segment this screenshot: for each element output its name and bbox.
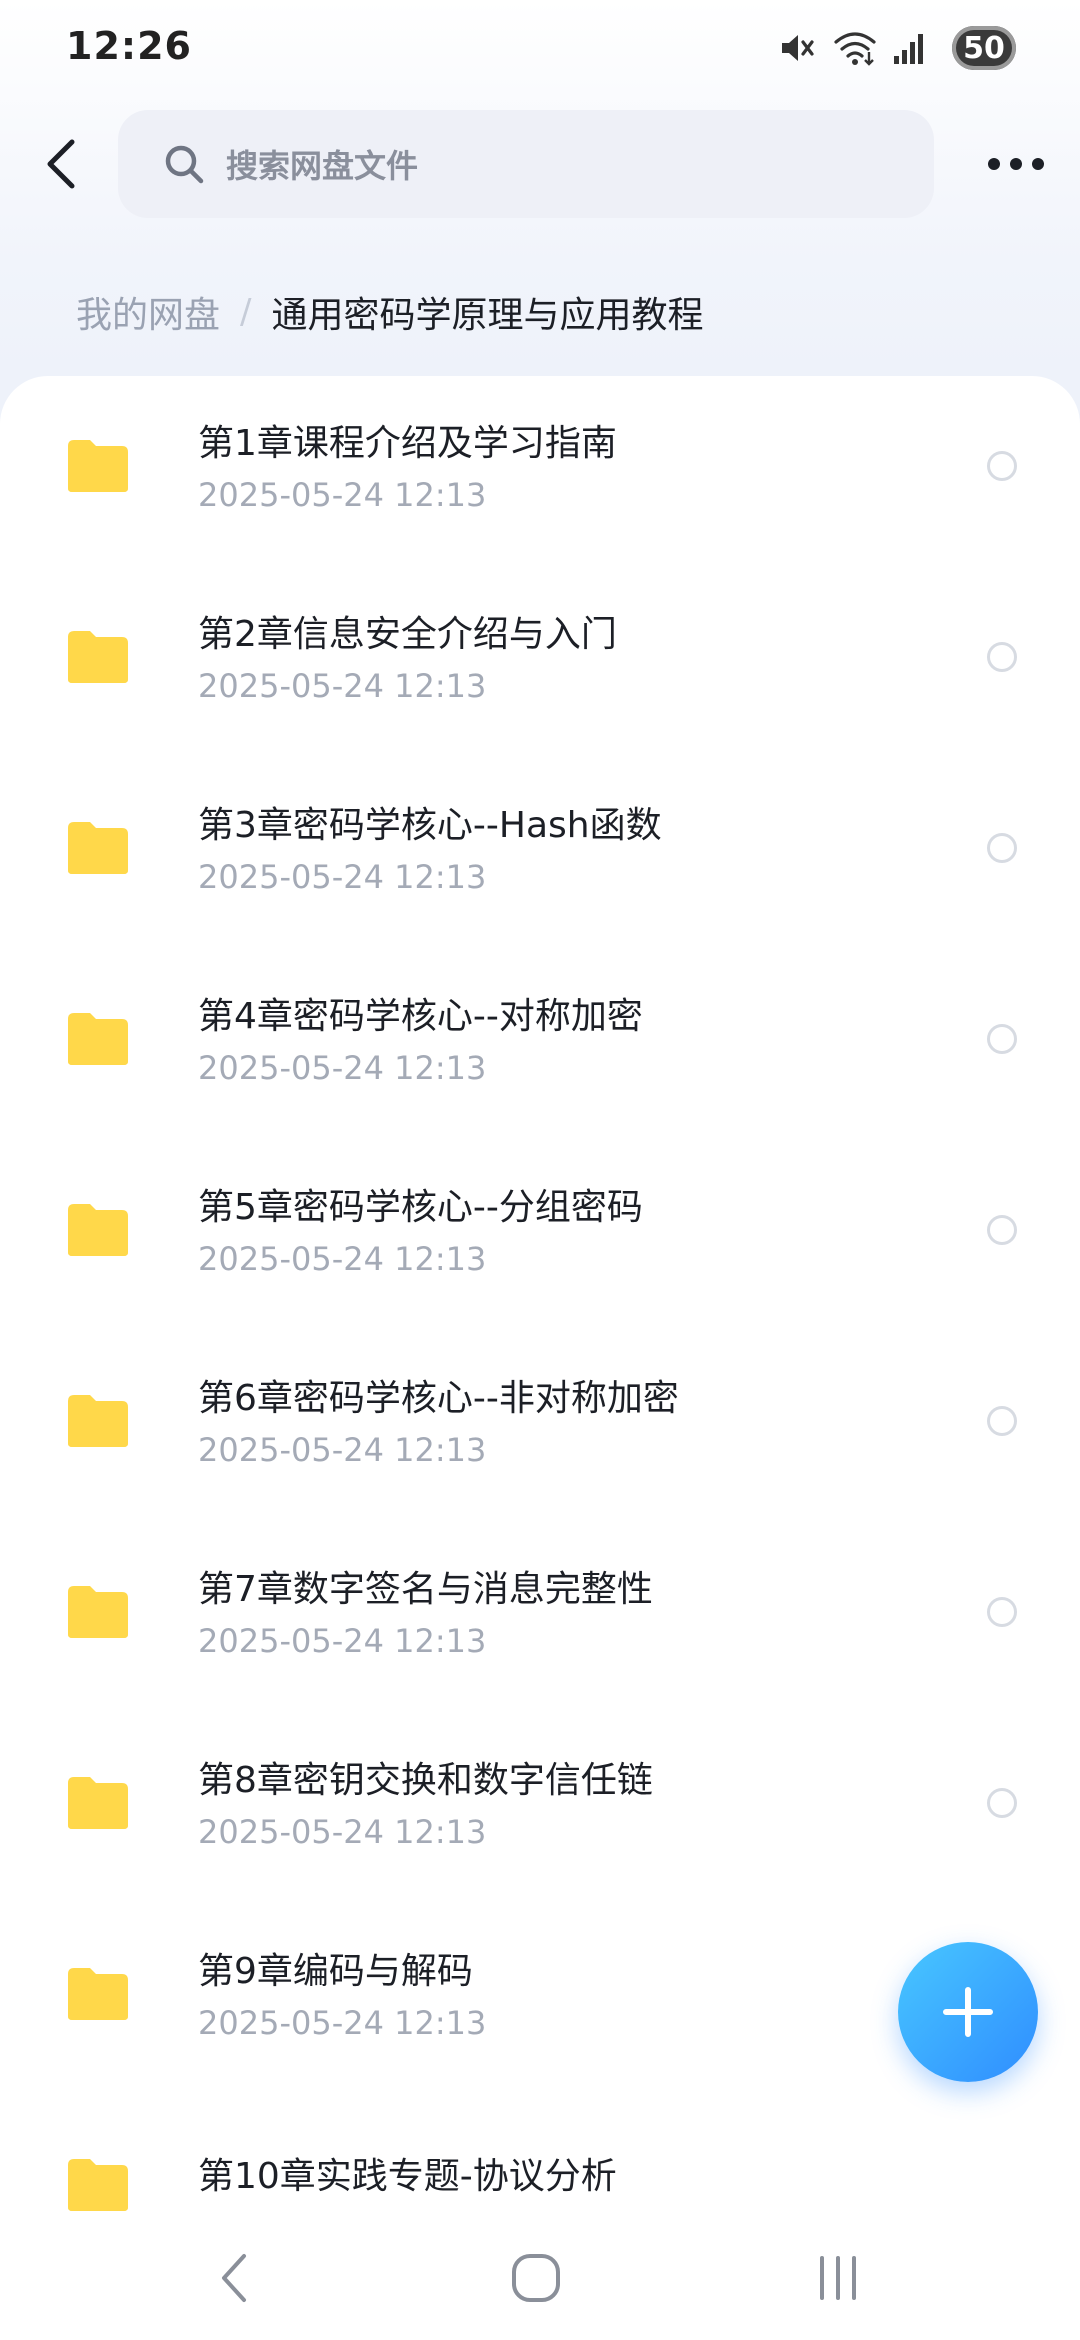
- signal-icon: [892, 28, 926, 68]
- file-date: 2025-05-24 12:13: [198, 2004, 487, 2042]
- file-row[interactable]: 第3章密码学核心--Hash函数 2025-05-24 12:13: [0, 758, 1080, 949]
- back-button[interactable]: [30, 132, 94, 196]
- search-box[interactable]: 搜索网盘文件: [118, 110, 934, 218]
- nav-home-icon: [512, 2254, 560, 2302]
- folder-icon: [66, 2157, 130, 2213]
- plus-icon: [943, 1987, 993, 2037]
- file-name: 第8章密钥交换和数字信任链: [198, 1760, 653, 1801]
- file-date: 2025-05-24 12:13: [198, 1240, 487, 1278]
- file-row[interactable]: 第1章课程介绍及学习指南 2025-05-24 12:13: [0, 376, 1080, 567]
- nav-recents-icon: [820, 2256, 856, 2300]
- folder-icon: [66, 1775, 130, 1831]
- folder-icon: [66, 1202, 130, 1258]
- header: 搜索网盘文件: [0, 110, 1080, 220]
- add-button[interactable]: [898, 1942, 1038, 2082]
- file-name: 第7章数字签名与消息完整性: [198, 1569, 653, 1610]
- folder-icon: [66, 1966, 130, 2022]
- back-icon: [47, 139, 75, 189]
- folder-icon: [66, 1584, 130, 1640]
- file-name: 第6章密码学核心--非对称加密: [198, 1378, 679, 1419]
- file-date: 2025-05-24 12:13: [198, 476, 487, 514]
- file-date: 2025-05-24 12:13: [198, 1431, 487, 1469]
- status-time: 12:26: [66, 24, 192, 68]
- file-row[interactable]: 第2章信息安全介绍与入门 2025-05-24 12:13: [0, 567, 1080, 758]
- file-name: 第4章密码学核心--对称加密: [198, 996, 643, 1037]
- select-checkbox[interactable]: [987, 1597, 1017, 1627]
- select-checkbox[interactable]: [987, 1215, 1017, 1245]
- file-date: 2025-05-24 12:13: [198, 1813, 487, 1851]
- nav-back-button[interactable]: [202, 2246, 266, 2310]
- status-icons: 50: [776, 22, 1016, 74]
- folder-icon: [66, 629, 130, 685]
- breadcrumb-root[interactable]: 我的网盘: [76, 286, 220, 338]
- file-name: 第5章密码学核心--分组密码: [198, 1187, 643, 1228]
- wifi-icon: [832, 28, 878, 68]
- file-date: 2025-05-24 12:13: [198, 858, 487, 896]
- nav-home-button[interactable]: [504, 2246, 568, 2310]
- file-name: 第1章课程介绍及学习指南: [198, 423, 617, 464]
- folder-icon: [66, 820, 130, 876]
- file-row[interactable]: 第4章密码学核心--对称加密 2025-05-24 12:13: [0, 949, 1080, 1140]
- search-icon: [160, 140, 208, 188]
- breadcrumb-separator: /: [240, 292, 252, 332]
- folder-icon: [66, 1393, 130, 1449]
- nav-recents-button[interactable]: [806, 2246, 870, 2310]
- file-row[interactable]: 第6章密码学核心--非对称加密 2025-05-24 12:13: [0, 1331, 1080, 1522]
- select-checkbox[interactable]: [987, 833, 1017, 863]
- more-button[interactable]: [980, 136, 1052, 192]
- status-bar: 12:26 50: [0, 0, 1080, 100]
- file-row[interactable]: 第7章数字签名与消息完整性 2025-05-24 12:13: [0, 1522, 1080, 1713]
- select-checkbox[interactable]: [987, 1024, 1017, 1054]
- breadcrumb-current: 通用密码学原理与应用教程: [271, 295, 704, 336]
- file-name: 第3章密码学核心--Hash函数: [198, 805, 662, 846]
- file-date: 2025-05-24 12:13: [198, 1049, 487, 1087]
- battery-indicator: 50: [952, 26, 1016, 70]
- select-checkbox[interactable]: [987, 1788, 1017, 1818]
- breadcrumb: 我的网盘 / 通用密码学原理与应用教程: [76, 282, 704, 342]
- file-name: 第2章信息安全介绍与入门: [198, 614, 617, 655]
- file-date: 2025-05-24 12:13: [198, 667, 487, 705]
- folder-icon: [66, 1011, 130, 1067]
- select-checkbox[interactable]: [987, 1406, 1017, 1436]
- more-icon: [988, 158, 1044, 170]
- screen: 12:26 50 搜索网盘文件 我的网盘 / 通用密码学原理与应用教程 第1章课…: [0, 0, 1080, 2340]
- system-nav-bar: [0, 2216, 1080, 2340]
- file-row[interactable]: 第8章密钥交换和数字信任链 2025-05-24 12:13: [0, 1713, 1080, 1904]
- nav-back-icon: [222, 2254, 246, 2302]
- file-name: 第10章实践专题-协议分析: [198, 2156, 617, 2197]
- file-name: 第9章编码与解码: [198, 1951, 473, 1992]
- folder-icon: [66, 438, 130, 494]
- file-row[interactable]: 第5章密码学核心--分组密码 2025-05-24 12:13: [0, 1140, 1080, 1331]
- mute-icon: [776, 28, 816, 68]
- file-date: 2025-05-24 12:13: [198, 1622, 487, 1660]
- select-checkbox[interactable]: [987, 451, 1017, 481]
- search-input[interactable]: 搜索网盘文件: [226, 141, 418, 187]
- select-checkbox[interactable]: [987, 642, 1017, 672]
